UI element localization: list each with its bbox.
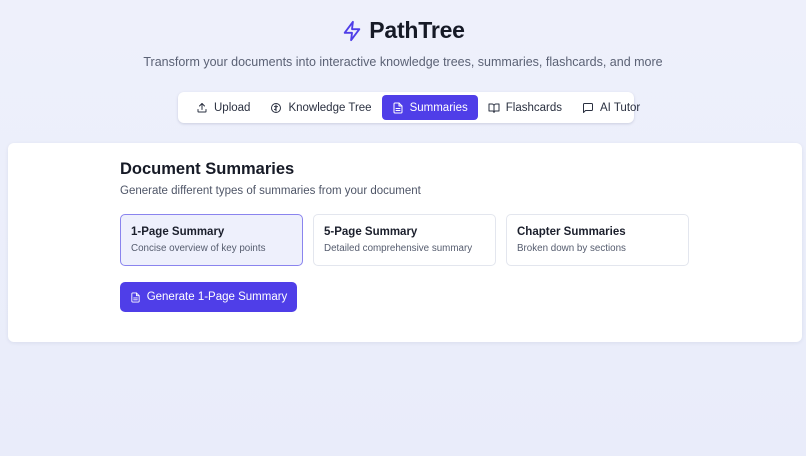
tab-summaries-label: Summaries [409, 101, 468, 114]
generate-summary-label: Generate 1-Page Summary [146, 291, 288, 303]
file-text-icon [393, 102, 403, 113]
option-description: Detailed comprehensive summary [324, 243, 473, 254]
option-description: Broken down by sections [517, 243, 626, 254]
app-header: PathTree [0, 17, 806, 44]
summaries-panel: Document Summaries Generate different ty… [8, 143, 802, 342]
tab-upload-label: Upload [214, 101, 251, 114]
tab-ai-tutor[interactable]: AI Tutor [572, 95, 650, 120]
upload-icon [197, 102, 207, 112]
app-subtitle: Transform your documents into interactiv… [143, 55, 663, 69]
tab-flashcards[interactable]: Flashcards [478, 95, 572, 120]
panel-title: Document Summaries [120, 160, 295, 178]
generate-summary-button[interactable]: Generate 1-Page Summary [120, 282, 297, 312]
option-title: 1-Page Summary [131, 226, 225, 238]
message-square-icon [582, 102, 593, 113]
file-text-icon [131, 291, 140, 303]
option-1-page-summary[interactable]: 1-Page Summary Concise overview of key p… [120, 214, 303, 266]
panel-description: Generate different types of summaries fr… [120, 185, 421, 197]
option-description: Concise overview of key points [131, 243, 266, 254]
tab-upload[interactable]: Upload [186, 95, 260, 120]
app-title: PathTree [369, 17, 465, 43]
tab-ai-tutor-label: AI Tutor [599, 101, 641, 114]
main-tabs: Upload Knowledge Tree Summaries Flashcar… [178, 92, 640, 123]
tab-knowledge-tree-label: Knowledge Tree [288, 101, 372, 114]
option-chapter-summaries[interactable]: Chapter Summaries Broken down by section… [506, 214, 689, 266]
tab-knowledge-tree[interactable]: Knowledge Tree [260, 95, 381, 120]
option-5-page-summary[interactable]: 5-Page Summary Detailed comprehensive su… [313, 214, 496, 266]
option-title: 5-Page Summary [324, 226, 418, 238]
option-title: Chapter Summaries [517, 226, 626, 238]
tab-flashcards-label: Flashcards [505, 101, 562, 114]
book-open-icon [488, 103, 500, 113]
tab-summaries[interactable]: Summaries [381, 95, 478, 120]
lightning-bolt-icon [341, 20, 363, 42]
brain-icon [271, 102, 282, 113]
